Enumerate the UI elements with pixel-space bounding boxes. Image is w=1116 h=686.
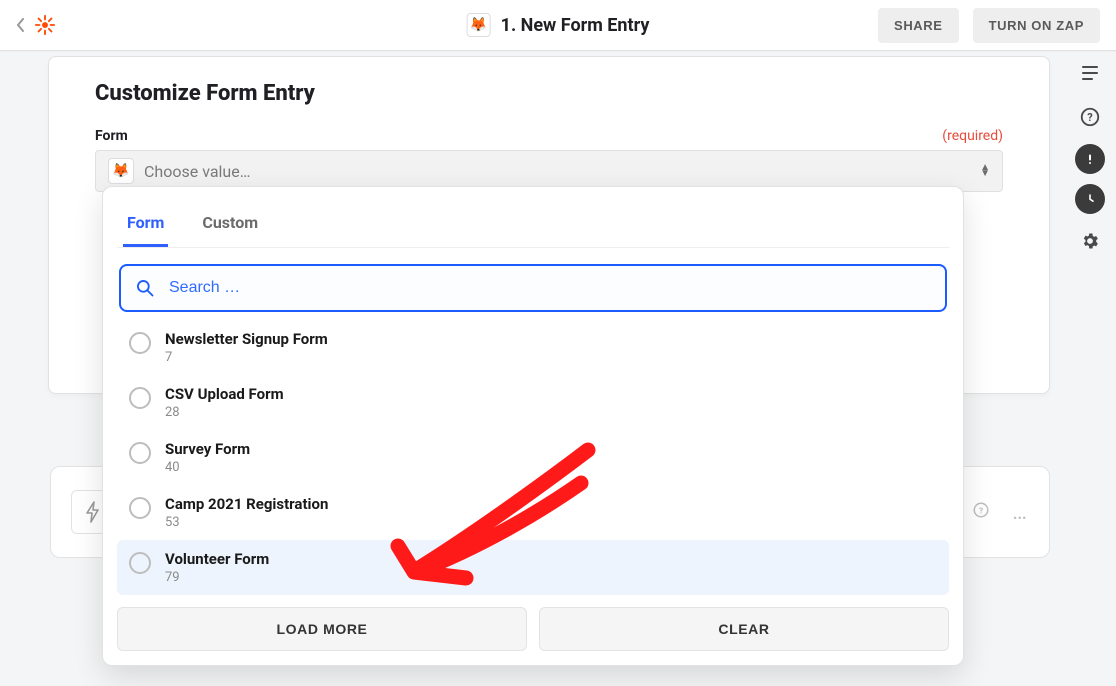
radio-icon bbox=[129, 387, 151, 409]
search-icon bbox=[135, 278, 155, 298]
wpforms-app-icon: 🦊 bbox=[108, 158, 134, 184]
radio-icon bbox=[129, 552, 151, 574]
required-label: (required) bbox=[942, 128, 1003, 144]
option-label: Survey Form bbox=[165, 440, 250, 458]
search-input[interactable] bbox=[167, 278, 931, 298]
option-id: 28 bbox=[165, 405, 284, 420]
share-button[interactable]: SHARE bbox=[878, 8, 959, 43]
tab-form[interactable]: Form bbox=[123, 205, 168, 247]
annotation-arrow bbox=[378, 438, 608, 598]
option-id: 40 bbox=[165, 460, 250, 475]
zapier-logo-icon bbox=[34, 14, 56, 36]
radio-icon bbox=[129, 332, 151, 354]
tab-custom[interactable]: Custom bbox=[198, 205, 262, 247]
card-heading: Customize Form Entry bbox=[95, 81, 1003, 106]
step-help-icon[interactable]: ? bbox=[972, 501, 990, 523]
load-more-button[interactable]: LOAD MORE bbox=[117, 607, 527, 651]
dropdown-tabs: Form Custom bbox=[117, 201, 949, 248]
alert-icon[interactable] bbox=[1075, 144, 1105, 174]
select-chevron-icon: ▲▼ bbox=[980, 165, 990, 177]
page-title: 1. New Form Entry bbox=[501, 15, 650, 36]
option-label: Newsletter Signup Form bbox=[165, 330, 328, 348]
turn-on-zap-button[interactable]: TURN ON ZAP bbox=[973, 8, 1100, 43]
right-rail: ? bbox=[1068, 56, 1112, 258]
radio-icon bbox=[129, 497, 151, 519]
top-bar: 🦊 1. New Form Entry SHARE TURN ON ZAP bbox=[0, 0, 1116, 51]
back-chevron-icon[interactable] bbox=[16, 18, 26, 32]
notes-icon[interactable] bbox=[1073, 56, 1107, 90]
option-item[interactable]: Newsletter Signup Form 7 bbox=[117, 320, 949, 375]
svg-text:?: ? bbox=[1087, 111, 1093, 124]
help-icon[interactable]: ? bbox=[1073, 100, 1107, 134]
option-id: 53 bbox=[165, 515, 328, 530]
select-placeholder: Choose value… bbox=[144, 162, 250, 181]
svg-text:?: ? bbox=[979, 506, 983, 516]
radio-icon bbox=[129, 442, 151, 464]
history-icon[interactable] bbox=[1075, 184, 1105, 214]
step-more-icon[interactable]: … bbox=[1012, 500, 1029, 525]
option-id: 7 bbox=[165, 350, 328, 365]
option-label: Volunteer Form bbox=[165, 550, 269, 568]
option-item[interactable]: CSV Upload Form 28 bbox=[117, 375, 949, 430]
wpforms-app-icon: 🦊 bbox=[467, 13, 491, 37]
settings-icon[interactable] bbox=[1073, 224, 1107, 258]
option-label: CSV Upload Form bbox=[165, 385, 284, 403]
form-field-label: Form bbox=[95, 128, 128, 144]
clear-button[interactable]: CLEAR bbox=[539, 607, 949, 651]
search-box[interactable] bbox=[119, 264, 947, 312]
option-label: Camp 2021 Registration bbox=[165, 495, 328, 513]
option-id: 79 bbox=[165, 570, 269, 585]
